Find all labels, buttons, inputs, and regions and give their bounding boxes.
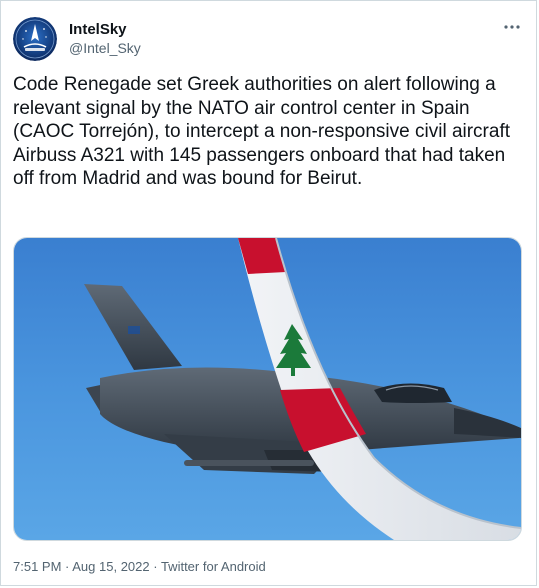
intelsky-logo-icon: [13, 17, 57, 61]
tweet-header: IntelSky @Intel_Sky: [13, 17, 524, 61]
tweet-date[interactable]: Aug 15, 2022: [72, 559, 149, 574]
more-dots-icon[interactable]: [500, 19, 524, 35]
author-names: IntelSky @Intel_Sky: [69, 21, 141, 57]
tweet-meta: 7:51 PM · Aug 15, 2022 · Twitter for And…: [13, 559, 266, 575]
tweet-source[interactable]: Twitter for Android: [161, 559, 266, 574]
tweet-media-photo[interactable]: [13, 237, 522, 541]
author-display-name[interactable]: IntelSky: [69, 21, 141, 39]
tweet-card: IntelSky @Intel_Sky Code Renegade set Gr…: [0, 0, 537, 586]
avatar[interactable]: [13, 17, 57, 61]
tweet-text: Code Renegade set Greek authorities on a…: [13, 74, 511, 189]
fighter-jet-and-lebanese-wingtip-photo: [14, 238, 521, 540]
author-handle[interactable]: @Intel_Sky: [69, 39, 141, 57]
meta-separator: ·: [149, 559, 161, 574]
tweet-time[interactable]: 7:51 PM: [13, 559, 61, 574]
meta-separator: ·: [61, 559, 73, 574]
more-dots-icon-glyph: [504, 25, 520, 29]
